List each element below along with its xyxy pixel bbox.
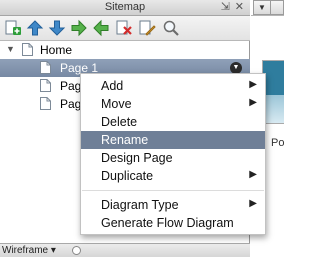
menu-item-add[interactable]: Add ▶: [81, 77, 265, 95]
menu-item-rename[interactable]: Rename: [81, 131, 265, 149]
divider: [251, 15, 284, 16]
sitemap-toolbar: [0, 16, 250, 41]
pin-icon[interactable]: ⇲: [221, 0, 230, 13]
indent-icon[interactable]: [70, 19, 88, 37]
page-icon: [40, 97, 51, 110]
sitemap-titlebar: Sitemap ⇲ ✕: [0, 0, 250, 16]
move-down-icon[interactable]: [48, 19, 66, 37]
menu-item-label: Add: [101, 79, 124, 93]
menu-item-delete[interactable]: Delete: [81, 113, 265, 131]
menu-item-duplicate[interactable]: Duplicate ▶: [81, 167, 265, 185]
panel-menu-tab[interactable]: ▼: [253, 0, 271, 15]
page-icon: [40, 61, 51, 74]
menu-item-label: Diagram Type: [101, 198, 179, 212]
thumbnail-label: Po: [271, 137, 285, 149]
menu-item-design-page[interactable]: Design Page: [81, 149, 265, 167]
outdent-icon[interactable]: [92, 19, 110, 37]
search-icon[interactable]: [162, 19, 180, 37]
tree-row-home[interactable]: ▼ Home: [0, 41, 250, 59]
add-page-icon[interactable]: [4, 19, 22, 37]
submenu-arrow-icon: ▶: [249, 97, 257, 108]
menu-item-label: Rename: [101, 133, 149, 147]
menu-item-label: Duplicate: [101, 169, 154, 183]
move-up-icon[interactable]: [26, 19, 44, 37]
menu-item-label: Generate Flow Diagram: [101, 216, 234, 230]
context-menu: Add ▶ Move ▶ Delete Rename Design Page D…: [80, 73, 266, 235]
bottom-bar: Wireframe ▾: [0, 243, 250, 257]
edit-page-icon[interactable]: [138, 19, 156, 37]
close-icon[interactable]: ✕: [235, 0, 244, 13]
menu-item-label: Move: [101, 97, 132, 111]
delete-page-icon[interactable]: [115, 19, 133, 37]
menu-item-label: Delete: [101, 115, 138, 129]
menu-item-move[interactable]: Move ▶: [81, 95, 265, 113]
submenu-arrow-icon: ▶: [249, 169, 257, 180]
wireframe-dropdown[interactable]: Wireframe ▾: [2, 245, 56, 256]
panel-tab[interactable]: [271, 0, 284, 15]
page-icon: [22, 43, 33, 56]
page-icon: [40, 79, 51, 92]
menu-separator: [82, 190, 264, 191]
wireframe-toggle[interactable]: [72, 246, 81, 255]
tree-row-label: Home: [40, 43, 73, 57]
menu-item-label: Design Page: [101, 151, 173, 165]
submenu-arrow-icon: ▶: [249, 79, 257, 90]
submenu-arrow-icon: ▶: [249, 198, 257, 209]
menu-item-diagram-type[interactable]: Diagram Type ▶: [81, 196, 265, 214]
menu-item-generate-flow-diagram[interactable]: Generate Flow Diagram: [81, 214, 265, 232]
panel-title: Sitemap: [104, 1, 146, 13]
expand-caret-icon[interactable]: ▼: [6, 44, 15, 54]
